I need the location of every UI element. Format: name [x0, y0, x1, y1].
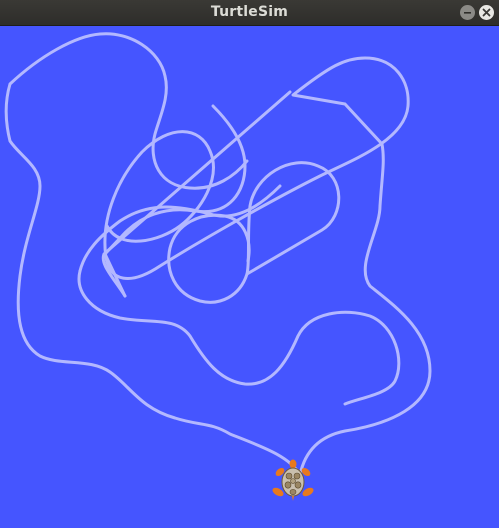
window-title: TurtleSim — [210, 4, 289, 20]
simulation-view — [0, 26, 499, 528]
window-controls — [460, 5, 494, 20]
minimize-button[interactable] — [460, 5, 475, 20]
title-bar[interactable]: TurtleSim — [0, 0, 499, 26]
close-button[interactable] — [479, 5, 494, 20]
turtlesim-window: TurtleSim — [0, 0, 499, 528]
turtle-canvas[interactable] — [0, 26, 499, 528]
canvas-background — [0, 26, 499, 528]
close-icon — [482, 8, 491, 17]
minimize-icon — [464, 12, 471, 14]
turtle-head — [289, 459, 297, 469]
